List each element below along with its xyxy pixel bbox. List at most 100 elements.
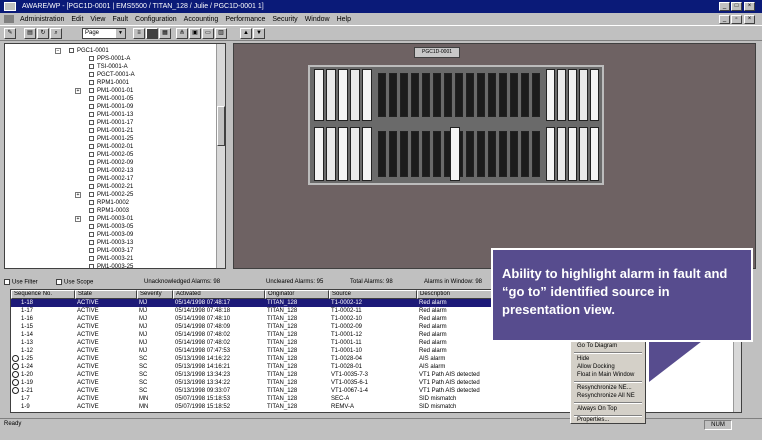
pencil-icon[interactable]: ✎ — [4, 28, 16, 39]
tree-node[interactable]: PM1-0002-17 — [89, 175, 133, 183]
doc-minimize-button[interactable]: _ — [719, 15, 730, 24]
tree-node[interactable]: PM1-0002-09 — [89, 159, 133, 167]
shelf-card[interactable] — [568, 127, 577, 181]
tree-node[interactable]: PM1-0002-05 — [89, 151, 133, 159]
menu-configuration[interactable]: Configuration — [135, 16, 177, 23]
use-filter-checkbox[interactable]: Use Filter — [4, 279, 38, 286]
refresh-icon[interactable]: ↻ — [37, 28, 49, 39]
shelf-slot[interactable] — [477, 131, 485, 177]
tree-node[interactable]: PM1-0003-13 — [89, 239, 133, 247]
shelf-card[interactable] — [546, 127, 555, 181]
shelf-slot[interactable] — [510, 73, 518, 117]
tree-node[interactable]: PM1-0003-09 — [89, 231, 133, 239]
maximize-button[interactable]: □ — [731, 2, 742, 11]
shelf-slot[interactable] — [444, 73, 452, 117]
shelf-view-icon[interactable] — [146, 28, 158, 39]
tree-node[interactable]: PM1-0001-09 — [89, 103, 133, 111]
tree-node[interactable]: PM1-0001-21 — [89, 127, 133, 135]
tree-node[interactable]: PM1-0003-05 — [89, 223, 133, 231]
shelf-card[interactable] — [450, 127, 460, 181]
shelf-slot[interactable] — [532, 131, 540, 177]
acknowledge-icon[interactable] — [12, 387, 19, 394]
shelf-card[interactable] — [568, 69, 577, 121]
shelf-slot[interactable] — [400, 73, 408, 117]
arrow-down-icon[interactable]: ▼ — [253, 28, 265, 39]
menu-security[interactable]: Security — [272, 16, 297, 23]
shelf-slot[interactable] — [499, 131, 507, 177]
menu-window[interactable]: Window — [305, 16, 330, 23]
tree-node[interactable]: RPM1-0001 — [89, 79, 129, 87]
menu-item-resync-ne[interactable]: Resynchronize NE... — [577, 385, 632, 391]
equipment-shelf[interactable] — [308, 65, 604, 185]
shelf-card[interactable] — [350, 127, 360, 181]
tree-node[interactable]: RPM1-0003 — [89, 207, 129, 215]
column-header-originator[interactable]: Originator — [265, 290, 329, 299]
tree-node[interactable]: TSI-0001-A — [89, 63, 128, 71]
close-button[interactable]: × — [744, 2, 755, 11]
find-icon[interactable]: ⌕ — [50, 28, 62, 39]
tile-icon[interactable]: ▥ — [215, 28, 227, 39]
shelf-slot[interactable] — [378, 73, 386, 117]
doc-restore-button[interactable]: ▫ — [731, 15, 742, 24]
tree-node[interactable]: PM1-0002-21 — [89, 183, 133, 191]
shelf-card[interactable] — [362, 69, 372, 121]
shelf-slot[interactable] — [433, 73, 441, 117]
tree-node[interactable]: PM1-0003-25 — [89, 263, 133, 268]
acknowledge-icon[interactable] — [12, 355, 19, 362]
app-icon[interactable] — [4, 2, 16, 11]
tree-node[interactable]: − PGC1-0001 — [55, 47, 109, 55]
window-icon[interactable]: ▭ — [202, 28, 214, 39]
shelf-card[interactable] — [546, 69, 555, 121]
menu-performance[interactable]: Performance — [225, 16, 265, 23]
menu-accounting[interactable]: Accounting — [184, 16, 219, 23]
menu-help[interactable]: Help — [337, 16, 351, 23]
menu-item-go-to-diagram[interactable]: Go To Diagram — [577, 343, 617, 349]
shelf-slot[interactable] — [466, 131, 474, 177]
shelf-slot[interactable] — [510, 131, 518, 177]
shelf-card[interactable] — [579, 127, 588, 181]
tree-node[interactable]: PGCT-0001-A — [89, 71, 135, 79]
menu-administration[interactable]: Administration — [20, 16, 64, 23]
shelf-slot[interactable] — [422, 73, 430, 117]
list-view-icon[interactable]: ≡ — [133, 28, 145, 39]
use-scope-checkbox[interactable]: Use Scope — [56, 279, 93, 286]
menu-edit[interactable]: Edit — [71, 16, 83, 23]
tree-node[interactable]: + PM1-0001-01 — [75, 87, 133, 95]
shelf-card[interactable] — [314, 69, 324, 121]
chevron-down-icon[interactable]: ▼ — [116, 29, 125, 38]
column-header-state[interactable]: State — [75, 290, 137, 299]
column-header-sequence[interactable]: Sequence No. — [11, 290, 75, 299]
expand-icon[interactable]: + — [75, 88, 81, 94]
arrow-up-icon[interactable]: ▲ — [240, 28, 252, 39]
expand-icon[interactable]: + — [75, 192, 81, 198]
shelf-slot[interactable] — [422, 131, 430, 177]
expand-icon[interactable]: + — [75, 216, 81, 222]
shelf-slot[interactable] — [378, 131, 386, 177]
shelf-card[interactable] — [579, 69, 588, 121]
network-icon[interactable]: ⋔ — [176, 28, 188, 39]
shelf-slot[interactable] — [521, 131, 529, 177]
acknowledge-icon[interactable] — [12, 363, 19, 370]
column-header-source[interactable]: Source — [329, 290, 417, 299]
detail-view-icon[interactable]: ▦ — [159, 28, 171, 39]
shelf-slot[interactable] — [532, 73, 540, 117]
minimize-button[interactable]: _ — [719, 2, 730, 11]
presentation-view[interactable]: PGC1D-0001 — [233, 43, 756, 269]
tree-node[interactable]: + PM1-0003-01 — [75, 215, 133, 223]
menu-fault[interactable]: Fault — [112, 16, 128, 23]
menu-item-float-main-window[interactable]: Float in Main Window — [577, 372, 634, 378]
print-icon[interactable]: ▤ — [24, 28, 36, 39]
shelf-slot[interactable] — [521, 73, 529, 117]
shelf-card[interactable] — [590, 127, 599, 181]
tree-node[interactable]: PM1-0002-13 — [89, 167, 133, 175]
shelf-slot[interactable] — [411, 73, 419, 117]
menu-item-properties[interactable]: Properties... — [577, 417, 609, 423]
shelf-slot[interactable] — [466, 73, 474, 117]
tree-node[interactable]: PM1-0001-17 — [89, 119, 133, 127]
menu-item-allow-docking[interactable]: Allow Docking — [577, 364, 615, 370]
tree-node[interactable]: PM1-0002-01 — [89, 143, 133, 151]
shelf-card[interactable] — [326, 127, 336, 181]
shelf-card[interactable] — [557, 69, 566, 121]
page-select[interactable]: Page ▼ — [82, 28, 126, 39]
shelf-card[interactable] — [338, 69, 348, 121]
